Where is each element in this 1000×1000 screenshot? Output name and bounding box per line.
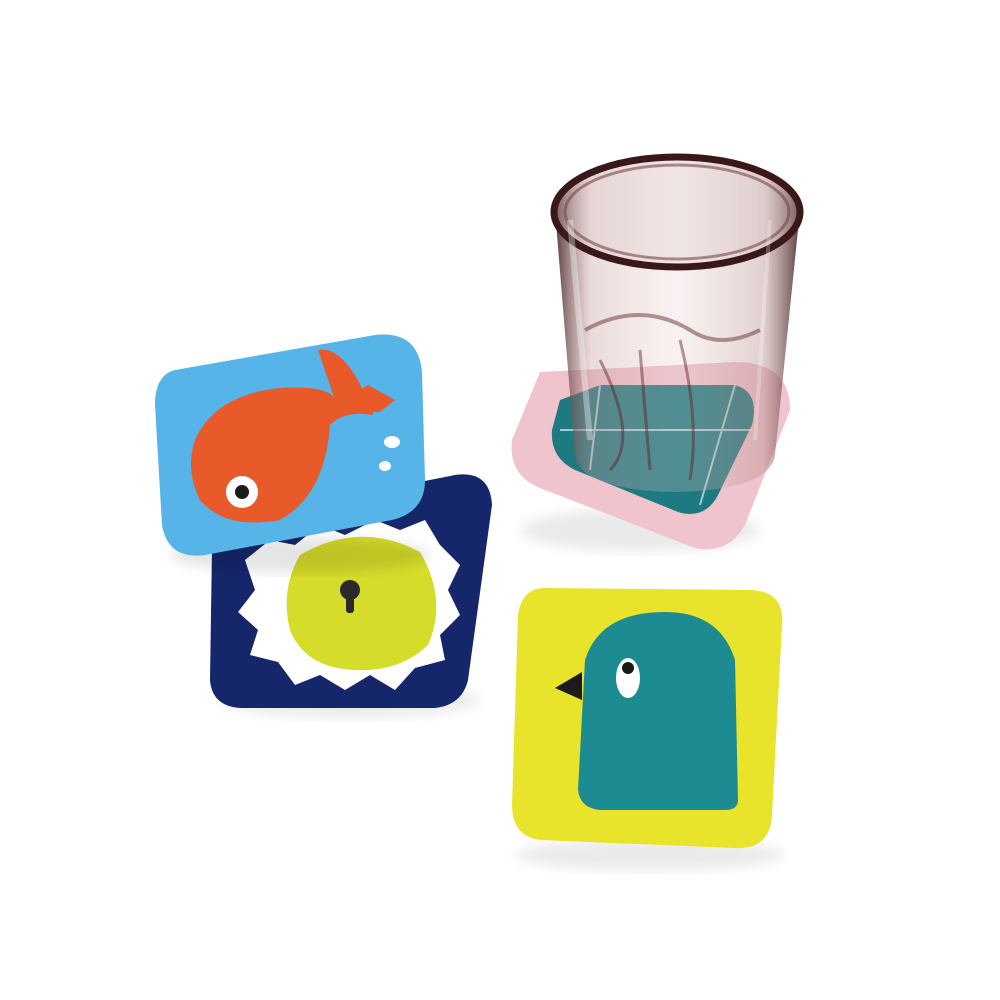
photo-canvas bbox=[155, 153, 804, 871]
bird-body bbox=[578, 612, 738, 810]
bubble bbox=[384, 436, 400, 448]
bird-coaster bbox=[512, 588, 785, 871]
glass bbox=[550, 153, 804, 492]
bubble bbox=[379, 461, 391, 471]
product-photo bbox=[0, 0, 1000, 1000]
